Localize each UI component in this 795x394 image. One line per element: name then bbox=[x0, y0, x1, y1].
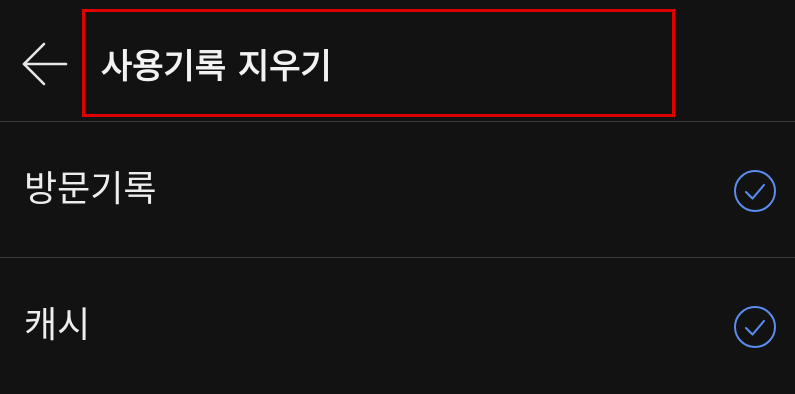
check-circle-icon[interactable] bbox=[733, 305, 777, 349]
app-header: 사용기록 지우기 bbox=[0, 0, 795, 122]
option-label: 캐시 bbox=[24, 305, 91, 346]
option-row-history[interactable]: 방문기록 bbox=[0, 122, 795, 258]
option-row-cache[interactable]: 캐시 bbox=[0, 258, 795, 394]
check-circle-icon[interactable] bbox=[733, 169, 777, 213]
page-title: 사용기록 지우기 bbox=[101, 47, 332, 87]
option-label: 방문기록 bbox=[24, 169, 157, 210]
arrow-left-icon bbox=[22, 42, 68, 86]
options-list: 방문기록 캐시 bbox=[0, 122, 795, 394]
back-button[interactable] bbox=[18, 40, 70, 88]
